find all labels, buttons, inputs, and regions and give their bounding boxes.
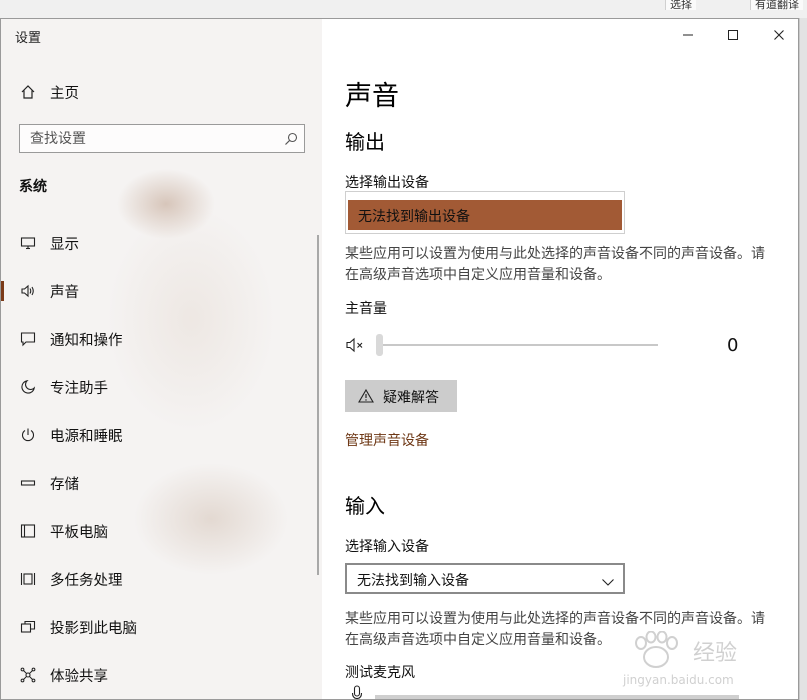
sidebar-home-label: 主页 — [50, 86, 79, 102]
speaker-muted-icon[interactable] — [345, 336, 367, 354]
background-app-edge — [799, 18, 807, 700]
output-device-value: 无法找到输出设备 — [358, 209, 470, 225]
sidebar-item-label: 体验共享 — [50, 669, 108, 685]
settings-window: 设置 主页 系统 显示 — [0, 18, 799, 700]
close-button[interactable] — [764, 25, 794, 45]
toolbar-translate-button[interactable]: 有道翻译 — [750, 0, 803, 10]
sidebar-item-power-sleep[interactable]: 电源和睡眠 — [1, 415, 322, 455]
sidebar-item-sound[interactable]: 声音 — [1, 271, 322, 311]
speaker-icon — [19, 282, 37, 300]
sidebar-scrollbar[interactable] — [317, 235, 319, 575]
manage-sound-devices-link[interactable]: 管理声音设备 — [345, 430, 429, 450]
sidebar-item-label: 专注助手 — [50, 381, 108, 397]
chevron-down-icon — [601, 573, 615, 586]
minimize-button[interactable] — [673, 25, 703, 45]
volume-slider-thumb[interactable] — [376, 334, 383, 356]
output-description: 某些应用可以设置为使用与此处选择的声音设备不同的声音设备。请在高级声音选项中自定… — [345, 246, 765, 283]
tablet-icon — [19, 522, 37, 540]
master-volume-label: 主音量 — [345, 301, 387, 317]
sidebar-item-label: 多任务处理 — [50, 573, 123, 589]
search-box[interactable] — [19, 124, 305, 153]
window-title: 设置 — [15, 31, 42, 46]
sidebar: 设置 主页 系统 显示 — [1, 19, 322, 699]
output-device-select[interactable]: 无法找到输出设备 — [345, 191, 625, 234]
sidebar-item-label: 电源和睡眠 — [50, 429, 123, 445]
sidebar-section-system: 系统 — [19, 179, 47, 195]
home-icon — [19, 83, 37, 101]
input-device-select[interactable]: 无法找到输入设备 — [345, 563, 625, 594]
active-indicator — [1, 281, 4, 301]
sidebar-item-label: 存储 — [50, 477, 79, 493]
maximize-icon — [728, 30, 738, 40]
troubleshoot-button[interactable]: 疑难解答 — [345, 380, 457, 412]
close-icon — [774, 30, 784, 40]
multitask-icon — [19, 570, 37, 588]
sidebar-item-display[interactable]: 显示 — [1, 223, 322, 263]
sidebar-item-label: 声音 — [50, 285, 79, 301]
minimize-icon — [683, 34, 693, 36]
volume-value: 0 — [727, 335, 739, 356]
microphone-level — [345, 683, 745, 699]
power-icon — [19, 426, 37, 444]
share-icon — [19, 666, 37, 684]
sidebar-item-project-to-pc[interactable]: 投影到此电脑 — [1, 607, 322, 647]
page-title: 声音 — [345, 81, 399, 112]
sidebar-item-multitasking[interactable]: 多任务处理 — [1, 559, 322, 599]
output-heading: 输出 — [345, 130, 385, 154]
sidebar-item-focus-assist[interactable]: 专注助手 — [1, 367, 322, 407]
sidebar-home[interactable]: 主页 — [1, 79, 322, 105]
microphone-icon — [351, 685, 363, 699]
search-icon[interactable] — [284, 131, 298, 145]
notification-icon — [19, 330, 37, 348]
moon-icon — [19, 378, 37, 396]
sidebar-item-notifications[interactable]: 通知和操作 — [1, 319, 322, 359]
maximize-button[interactable] — [718, 25, 748, 45]
troubleshoot-label: 疑难解答 — [383, 390, 439, 406]
storage-icon — [19, 474, 37, 492]
warning-icon — [358, 388, 374, 404]
monitor-icon — [19, 234, 37, 252]
output-device-selected[interactable]: 无法找到输出设备 — [348, 200, 622, 230]
sidebar-item-shared-experiences[interactable]: 体验共享 — [1, 655, 322, 695]
input-device-label: 选择输入设备 — [345, 539, 429, 555]
input-heading: 输入 — [345, 494, 385, 518]
sidebar-item-label: 显示 — [50, 237, 79, 253]
sidebar-item-tablet[interactable]: 平板电脑 — [1, 511, 322, 551]
test-microphone-label: 测试麦克风 — [345, 665, 415, 681]
project-icon — [19, 618, 37, 636]
master-volume-control: 0 — [345, 331, 765, 361]
sidebar-item-storage[interactable]: 存储 — [1, 463, 322, 503]
toolbar-select-button[interactable]: 选择 — [665, 0, 696, 10]
sidebar-item-label: 平板电脑 — [50, 525, 108, 541]
microphone-level-bar — [375, 695, 739, 699]
input-description: 某些应用可以设置为使用与此处选择的声音设备不同的声音设备。请在高级声音选项中自定… — [345, 611, 765, 648]
sidebar-item-label: 投影到此电脑 — [50, 621, 137, 637]
search-input[interactable] — [30, 130, 270, 147]
output-device-label: 选择输出设备 — [345, 175, 429, 191]
sidebar-item-label: 通知和操作 — [50, 333, 123, 349]
main-content: 声音 输出 选择输出设备 无法找到输出设备 某些应用可以设置为使用与此处选择的声… — [322, 19, 798, 699]
volume-slider-track[interactable] — [378, 344, 658, 346]
input-device-value: 无法找到输入设备 — [357, 573, 469, 589]
background-app-toolbar: 选择 有道翻译 — [0, 0, 807, 18]
